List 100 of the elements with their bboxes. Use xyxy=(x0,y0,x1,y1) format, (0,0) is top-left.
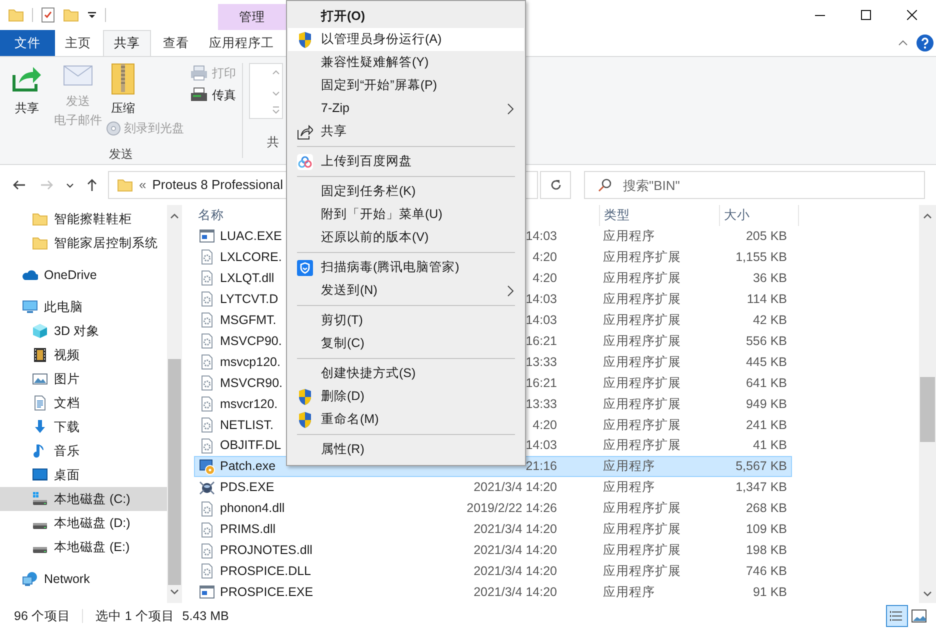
file-name: msvcr120. xyxy=(220,396,278,413)
file-name: LXLQT.dll xyxy=(220,270,274,287)
file-size: 746 KB xyxy=(746,563,787,580)
nav-label: 智能家居控制系统 xyxy=(54,234,158,252)
file-type: 应用程序扩展 xyxy=(603,250,681,264)
item-count: 96 个项目 xyxy=(14,608,70,625)
nav-label: 本地磁盘 (C:) xyxy=(54,490,130,508)
file-size: 5,567 KB xyxy=(736,458,787,476)
menu-item-label: 删除(D) xyxy=(321,388,366,406)
menu-item-label: 打开(O) xyxy=(321,8,366,26)
file-type: 应用程序扩展 xyxy=(603,522,681,536)
file-size: 445 KB xyxy=(746,354,787,371)
menu-item-label: 还原以前的版本(V) xyxy=(321,229,430,246)
modified-date: 16:21 xyxy=(526,374,557,392)
modified-date: 2021/3/4 14:20 xyxy=(474,542,557,560)
file-size: 36 KB xyxy=(752,270,787,287)
file-type: 应用程序 xyxy=(603,480,655,494)
modified-date: 4:20 xyxy=(532,249,557,266)
file-name: LYTCVT.D xyxy=(220,290,278,308)
file-size: 949 KB xyxy=(746,396,787,413)
menu-item-label: 固定到“开始”屏幕(P) xyxy=(321,77,438,94)
file-name: PDS.EXE xyxy=(220,479,274,496)
file-type: 应用程序扩展 xyxy=(603,418,681,432)
group-label: 共 xyxy=(267,134,279,150)
file-type: 应用程序 xyxy=(603,585,655,600)
nav-label: 桌面 xyxy=(54,466,80,484)
modified-date: 4:20 xyxy=(532,270,557,287)
menu-item-label: 共享 xyxy=(321,123,348,140)
menu-item-label: 复制(C) xyxy=(321,335,366,352)
file-type: 应用程序扩展 xyxy=(603,564,681,578)
nav-label: 3D 对象 xyxy=(54,322,100,340)
file-size: 91 KB xyxy=(752,584,787,602)
nav-label: 下载 xyxy=(54,418,80,436)
file-name: MSVCP90. xyxy=(220,332,282,350)
nav-label: 此电脑 xyxy=(44,298,83,316)
file-size: 241 KB xyxy=(746,416,787,434)
file-size: 41 KB xyxy=(752,437,787,454)
nav-label: 本地磁盘 (D:) xyxy=(54,514,130,532)
file-name: PROSPICE.EXE xyxy=(220,584,314,602)
file-type: 应用程序扩展 xyxy=(603,501,681,516)
file-type: 应用程序扩展 xyxy=(603,543,681,558)
group-label: 发送 xyxy=(109,146,133,162)
menu-item-label: 以管理员身份运行(A) xyxy=(321,31,443,48)
nav-label: Network xyxy=(44,570,90,588)
menu-item-label: 属性(R) xyxy=(321,441,366,458)
file-name: MSGFMT. xyxy=(220,312,276,329)
modified-date: 4:20 xyxy=(532,416,557,434)
file-name: msvcp120. xyxy=(220,354,280,371)
menu-item-label: 附到「开始」菜单(U) xyxy=(321,206,444,224)
nav-label: OneDrive xyxy=(44,266,97,284)
nav-label: 本地磁盘 (E:) xyxy=(54,538,130,556)
file-type: 应用程序 xyxy=(603,459,655,474)
modified-date: 13:33 xyxy=(526,396,557,413)
menu-item-label: 剪切(T) xyxy=(321,312,364,330)
menu-item-label: 兼容性疑难解答(Y) xyxy=(321,54,430,72)
file-size: 268 KB xyxy=(746,500,787,518)
file-type: 应用程序扩展 xyxy=(603,270,681,285)
modified-date: 2021/3/4 14:20 xyxy=(474,479,557,496)
file-size: 198 KB xyxy=(746,542,787,560)
menu-item-label: 扫描病毒(腾讯电脑管家) xyxy=(321,259,460,276)
file-name: PROJNOTES.dll xyxy=(220,542,312,560)
file-type: 应用程序扩展 xyxy=(603,312,681,327)
file-size: 109 KB xyxy=(746,521,787,538)
file-name: MSVCR90. xyxy=(220,374,283,392)
menu-item-label: 固定到任务栏(K) xyxy=(321,183,417,200)
modified-date: 2021/3/4 14:20 xyxy=(474,521,557,538)
file-name: LUAC.EXE xyxy=(220,228,282,246)
menu-item-label: 重命名(M) xyxy=(321,411,380,428)
selection-count: 选中 1 个项目 xyxy=(95,608,174,625)
nav-label: 文档 xyxy=(54,394,80,412)
modified-date: 14:03 xyxy=(526,290,557,308)
file-size: 114 KB xyxy=(746,290,787,308)
file-type: 应用程序 xyxy=(603,229,655,244)
modified-date: 21:16 xyxy=(526,458,557,476)
modified-date: 2021/3/4 14:20 xyxy=(474,584,557,602)
modified-date: 14:03 xyxy=(526,312,557,329)
modified-date: 13:33 xyxy=(526,354,557,371)
selection-size: 5.43 MB xyxy=(182,608,229,625)
file-size: 556 KB xyxy=(746,332,787,350)
nav-label: 音乐 xyxy=(54,442,80,460)
file-name: PROSPICE.DLL xyxy=(220,563,312,580)
menu-item-label: 发送到(N) xyxy=(321,282,378,300)
modified-date: 2019/2/22 14:26 xyxy=(466,500,557,518)
file-size: 205 KB xyxy=(746,228,787,246)
nav-label: 智能擦鞋鞋柜 xyxy=(54,210,132,228)
file-name: phonon4.dll xyxy=(220,500,285,518)
file-type: 应用程序扩展 xyxy=(603,376,681,390)
file-size: 1,155 KB xyxy=(736,249,787,266)
modified-date: 2021/3/4 14:20 xyxy=(474,563,557,580)
modified-date: 16:21 xyxy=(526,332,557,350)
menu-item-label: 创建快捷方式(S) xyxy=(321,365,417,382)
file-name: OBJITF.DL xyxy=(220,437,282,454)
menu-item-label: 上传到百度网盘 xyxy=(321,153,413,170)
file-type: 应用程序扩展 xyxy=(603,438,681,452)
file-name: Patch.exe xyxy=(220,458,276,476)
modified-date: 14:03 xyxy=(526,228,557,246)
nav-label: 图片 xyxy=(54,370,80,388)
file-name: NETLIST. xyxy=(220,416,274,434)
file-type: 应用程序扩展 xyxy=(603,292,681,306)
menu-item-label: 7-Zip xyxy=(321,100,350,118)
